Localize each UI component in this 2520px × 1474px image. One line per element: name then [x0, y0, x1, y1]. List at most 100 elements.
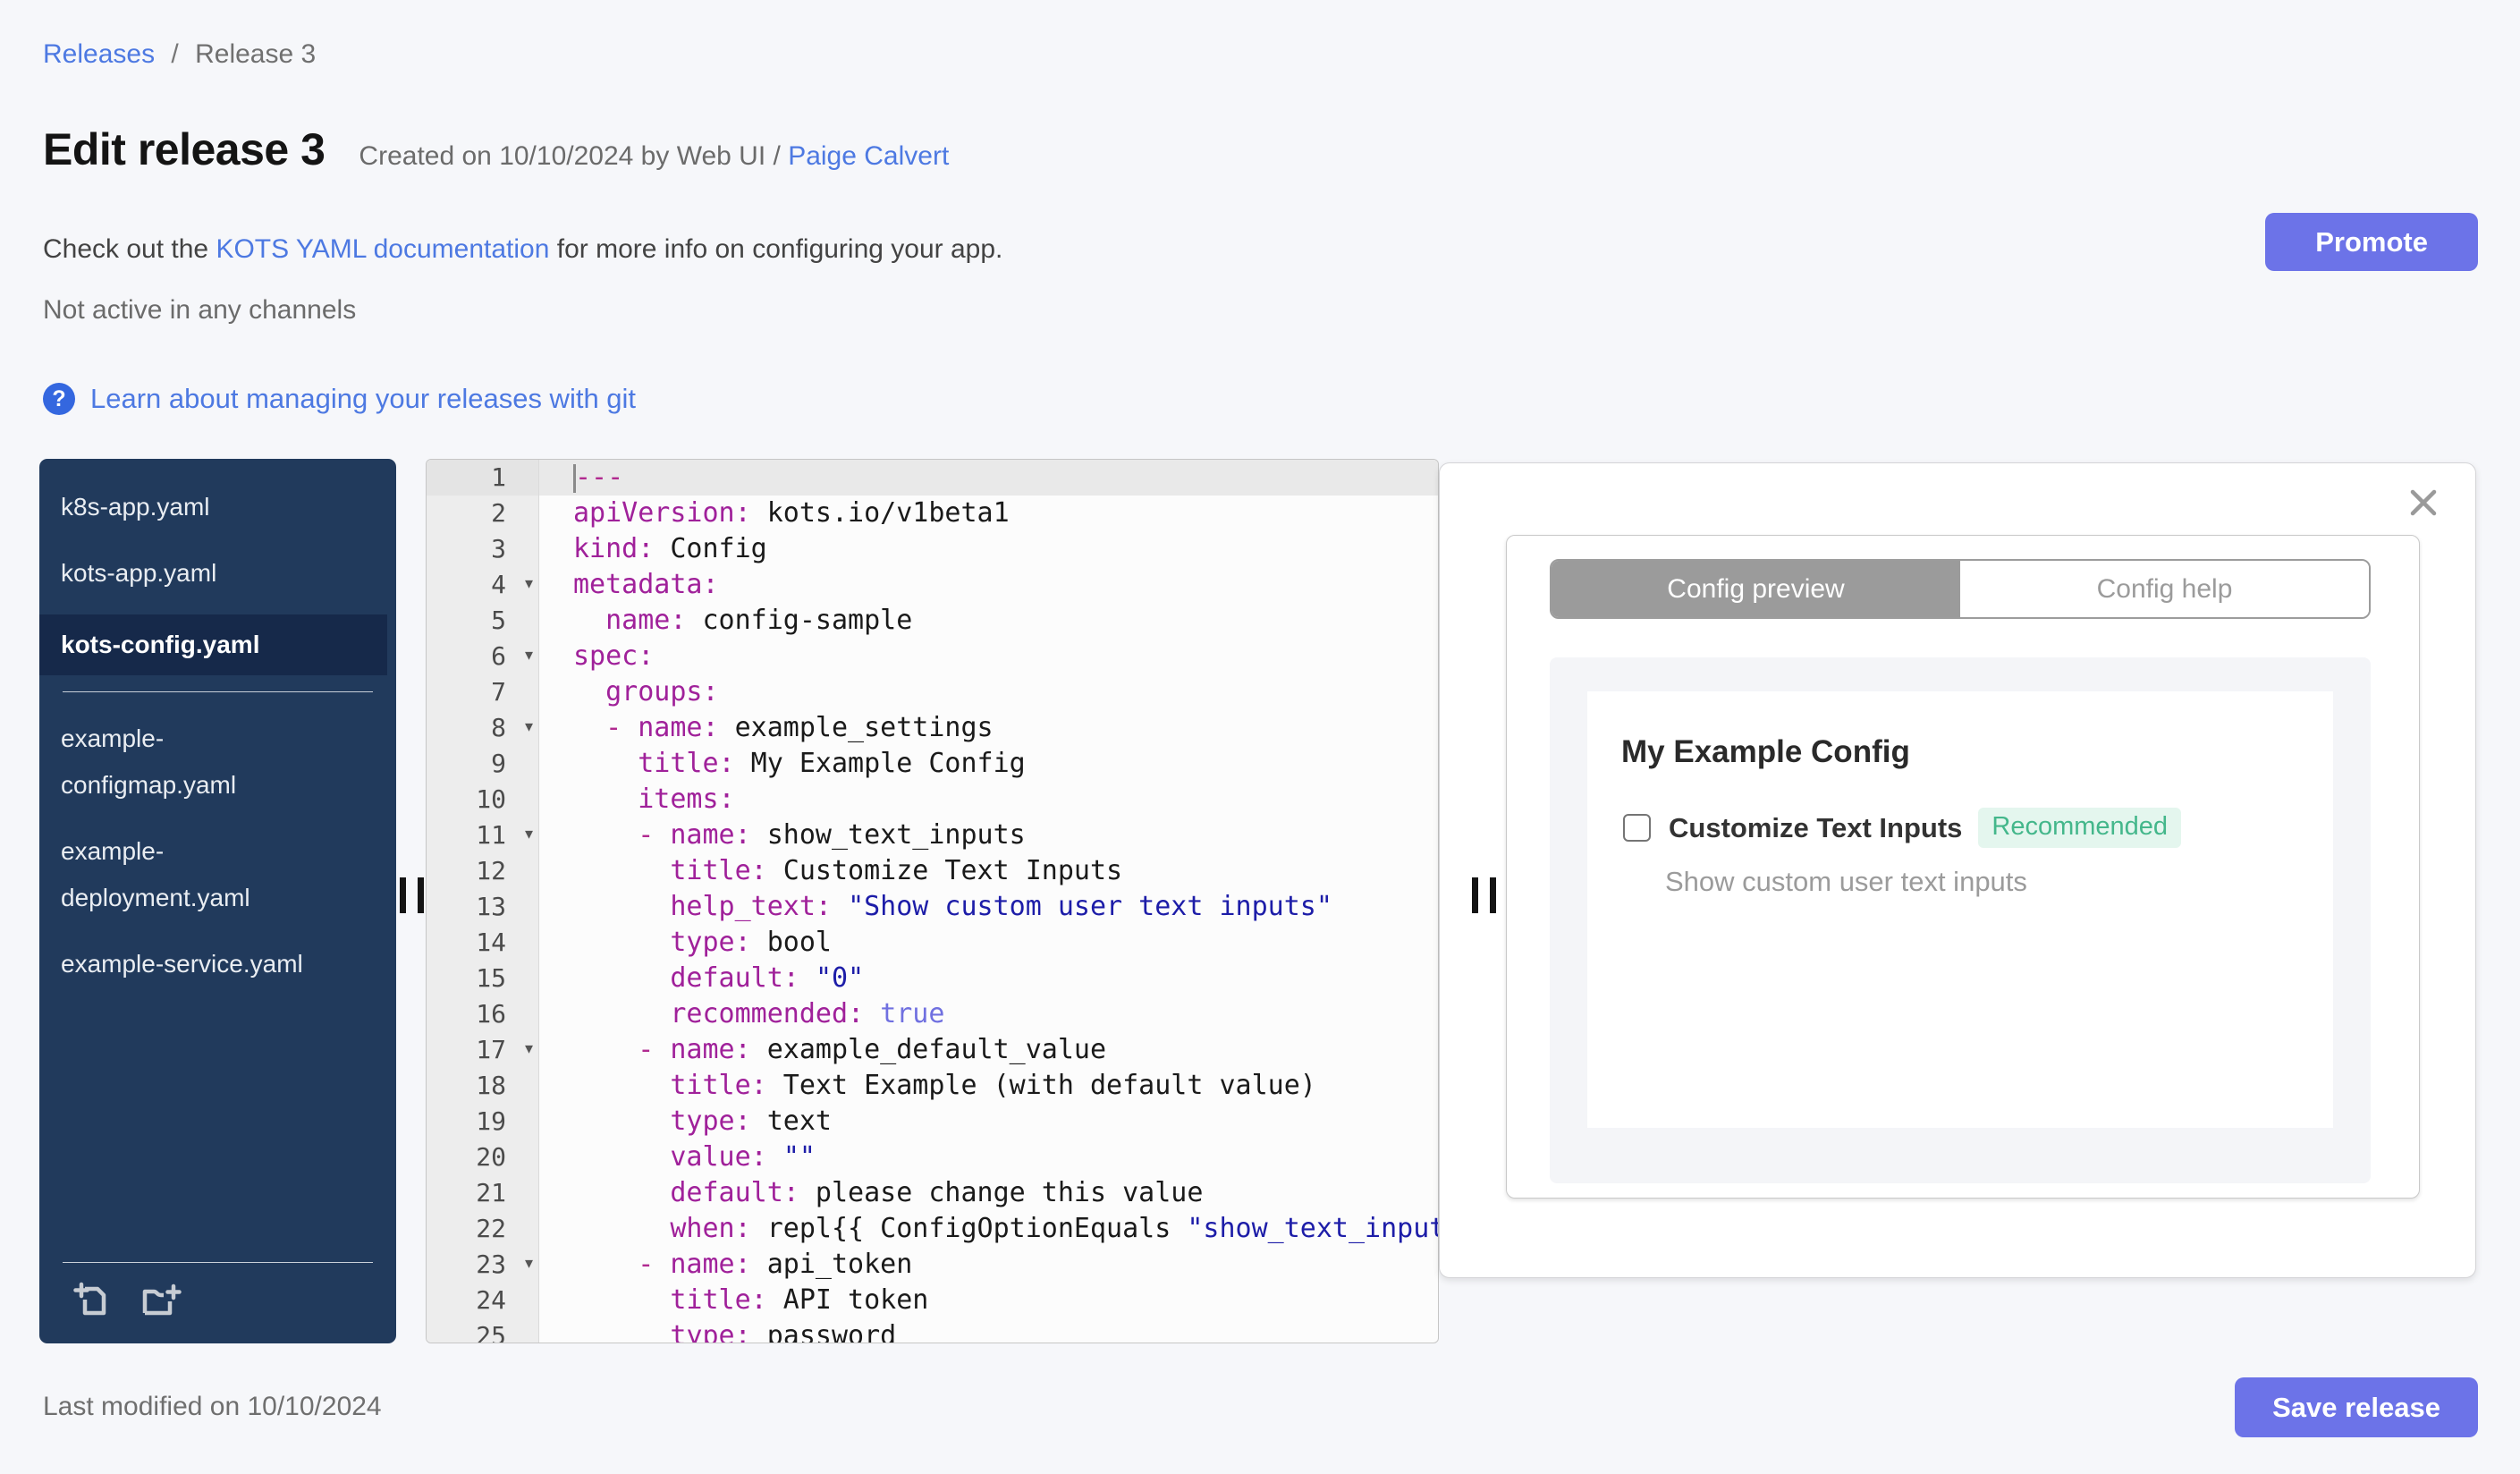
code-text: title: Customize Text Inputs — [670, 855, 1123, 886]
code-line[interactable]: 10 items: — [427, 782, 1438, 817]
line-number-gutter: 18 — [427, 1068, 539, 1104]
new-file-icon — [72, 1282, 114, 1325]
sidebar-file[interactable]: example-configmap.yaml — [39, 714, 396, 810]
code-line[interactable]: 8 ▾ - name: example_settings — [427, 710, 1438, 746]
code-line[interactable]: 12 title: Customize Text Inputs — [427, 853, 1438, 889]
new-folder-button[interactable] — [138, 1279, 184, 1322]
sidebar-resize-handle[interactable] — [400, 877, 424, 913]
git-help-link[interactable]: Learn about managing your releases with … — [90, 383, 636, 415]
code-line[interactable]: 17 ▾ - name: example_default_value — [427, 1032, 1438, 1068]
code-line[interactable]: 5 name: config-sample — [427, 603, 1438, 639]
code-line[interactable]: 4 ▾ metadata: — [427, 567, 1438, 603]
code-text: type: bool — [670, 927, 832, 958]
code-line[interactable]: 19 type: text — [427, 1104, 1438, 1139]
code-lines: 1 --- 2 apiVersion: kots.io/v1beta1 3 ki… — [427, 460, 1438, 1343]
code-line[interactable]: 14 type: bool — [427, 925, 1438, 961]
tab-config-preview[interactable]: Config preview — [1552, 561, 1960, 617]
line-number: 10 — [476, 784, 506, 814]
code-line[interactable]: 16 recommended: true — [427, 996, 1438, 1032]
preview-body: My Example Config Customize Text Inputs … — [1550, 657, 2371, 1183]
sidebar-file[interactable]: example-service.yaml — [39, 939, 396, 989]
line-number-gutter: 13 — [427, 889, 539, 925]
breadcrumb-releases-link[interactable]: Releases — [43, 39, 155, 69]
customize-text-inputs-checkbox[interactable] — [1623, 814, 1651, 842]
line-number: 22 — [476, 1214, 506, 1243]
sidebar-file[interactable]: example-deployment.yaml — [39, 826, 396, 923]
line-number-gutter: 11 ▾ — [427, 817, 539, 853]
code-text: default: "0" — [670, 962, 865, 994]
git-help-line[interactable]: ? Learn about managing your releases wit… — [43, 383, 636, 415]
code-line[interactable]: 1 --- — [427, 460, 1438, 496]
sidebar-file[interactable]: kots-config.yaml — [39, 614, 387, 675]
line-number-gutter: 19 — [427, 1104, 539, 1139]
code-line[interactable]: 13 help_text: "Show custom user text inp… — [427, 889, 1438, 925]
preview-card: Config preview Config help My Example Co… — [1506, 535, 2420, 1199]
code-text: title: My Example Config — [638, 748, 1026, 779]
line-number-gutter: 3 — [427, 531, 539, 567]
code-text: - name: example_default_value — [638, 1034, 1107, 1065]
sidebar-file[interactable]: k8s-app.yaml — [39, 482, 396, 532]
doc-line: Check out the KOTS YAML documentation fo… — [43, 234, 1002, 265]
new-file-button[interactable] — [72, 1279, 114, 1322]
config-group-card: My Example Config Customize Text Inputs … — [1587, 691, 2333, 1128]
code-line[interactable]: 15 default: "0" — [427, 961, 1438, 996]
code-line[interactable]: 2 apiVersion: kots.io/v1beta1 — [427, 496, 1438, 531]
file-name: example-configmap.yaml — [61, 724, 237, 799]
line-number: 1 — [491, 462, 506, 492]
line-number: 13 — [476, 892, 506, 921]
yaml-code-editor[interactable]: 1 --- 2 apiVersion: kots.io/v1beta1 3 ki… — [426, 459, 1439, 1343]
line-number: 23 — [476, 1250, 506, 1279]
author-link[interactable]: Paige Calvert — [788, 141, 949, 171]
last-modified-text: Last modified on 10/10/2024 — [43, 1392, 382, 1421]
code-line[interactable]: 25 type: password — [427, 1318, 1438, 1343]
code-text: value: "" — [670, 1141, 816, 1173]
tab-config-help[interactable]: Config help — [1960, 561, 2369, 617]
fold-arrow-icon[interactable]: ▾ — [525, 1039, 533, 1058]
file-name: kots-config.yaml — [61, 631, 260, 658]
code-line[interactable]: 6 ▾ spec: — [427, 639, 1438, 674]
code-line[interactable]: 9 title: My Example Config — [427, 746, 1438, 782]
close-panel-button[interactable] — [2407, 487, 2440, 519]
sidebar-file-group-bottom: example-configmap.yaml example-deploymen… — [39, 714, 396, 989]
line-number: 11 — [476, 820, 506, 850]
fold-arrow-icon[interactable]: ▾ — [525, 717, 533, 736]
fold-arrow-icon[interactable]: ▾ — [525, 1254, 533, 1273]
fold-arrow-icon[interactable]: ▾ — [525, 646, 533, 665]
code-line[interactable]: 22 when: repl{{ ConfigOptionEquals "show… — [427, 1211, 1438, 1247]
code-line[interactable]: 23 ▾ - name: api_token — [427, 1247, 1438, 1283]
code-text: type: text — [670, 1106, 832, 1137]
line-number-gutter: 17 ▾ — [427, 1032, 539, 1068]
code-line[interactable]: 20 value: "" — [427, 1139, 1438, 1175]
code-text: --- — [573, 462, 624, 493]
sidebar-footer — [39, 1262, 396, 1343]
config-item-help-text: Show custom user text inputs — [1665, 866, 2027, 897]
fold-arrow-icon[interactable]: ▾ — [525, 574, 533, 593]
code-text: spec: — [573, 640, 655, 672]
line-number: 2 — [491, 498, 506, 528]
sidebar-file-group-top: k8s-app.yaml kots-app.yaml kots-config.y… — [39, 459, 396, 675]
code-line[interactable]: 24 title: API token — [427, 1283, 1438, 1318]
code-text: recommended: true — [670, 998, 945, 1029]
code-line[interactable]: 3 kind: Config — [427, 531, 1438, 567]
code-text: default: please change this value — [670, 1177, 1204, 1208]
code-text: groups: — [605, 676, 719, 707]
code-line[interactable]: 7 groups: — [427, 674, 1438, 710]
code-text: apiVersion: kots.io/v1beta1 — [573, 497, 1010, 529]
save-release-button[interactable]: Save release — [2235, 1377, 2478, 1437]
breadcrumb: Releases / Release 3 — [43, 39, 316, 70]
question-mark-icon: ? — [43, 383, 75, 415]
line-number: 24 — [476, 1285, 506, 1315]
sidebar-file[interactable]: kots-app.yaml — [39, 548, 396, 598]
code-line[interactable]: 18 title: Text Example (with default val… — [427, 1068, 1438, 1104]
line-number: 16 — [476, 999, 506, 1029]
promote-button[interactable]: Promote — [2265, 213, 2478, 271]
edit-release-page: Releases / Release 3 Edit release 3 Crea… — [0, 0, 2520, 1474]
line-number: 15 — [476, 963, 506, 993]
editor-resize-handle[interactable] — [1472, 877, 1496, 913]
fold-arrow-icon[interactable]: ▾ — [525, 825, 533, 843]
code-line[interactable]: 11 ▾ - name: show_text_inputs — [427, 817, 1438, 853]
line-number: 19 — [476, 1106, 506, 1136]
kots-yaml-doc-link[interactable]: KOTS YAML documentation — [216, 234, 549, 264]
line-number-gutter: 6 ▾ — [427, 639, 539, 674]
code-line[interactable]: 21 default: please change this value — [427, 1175, 1438, 1211]
